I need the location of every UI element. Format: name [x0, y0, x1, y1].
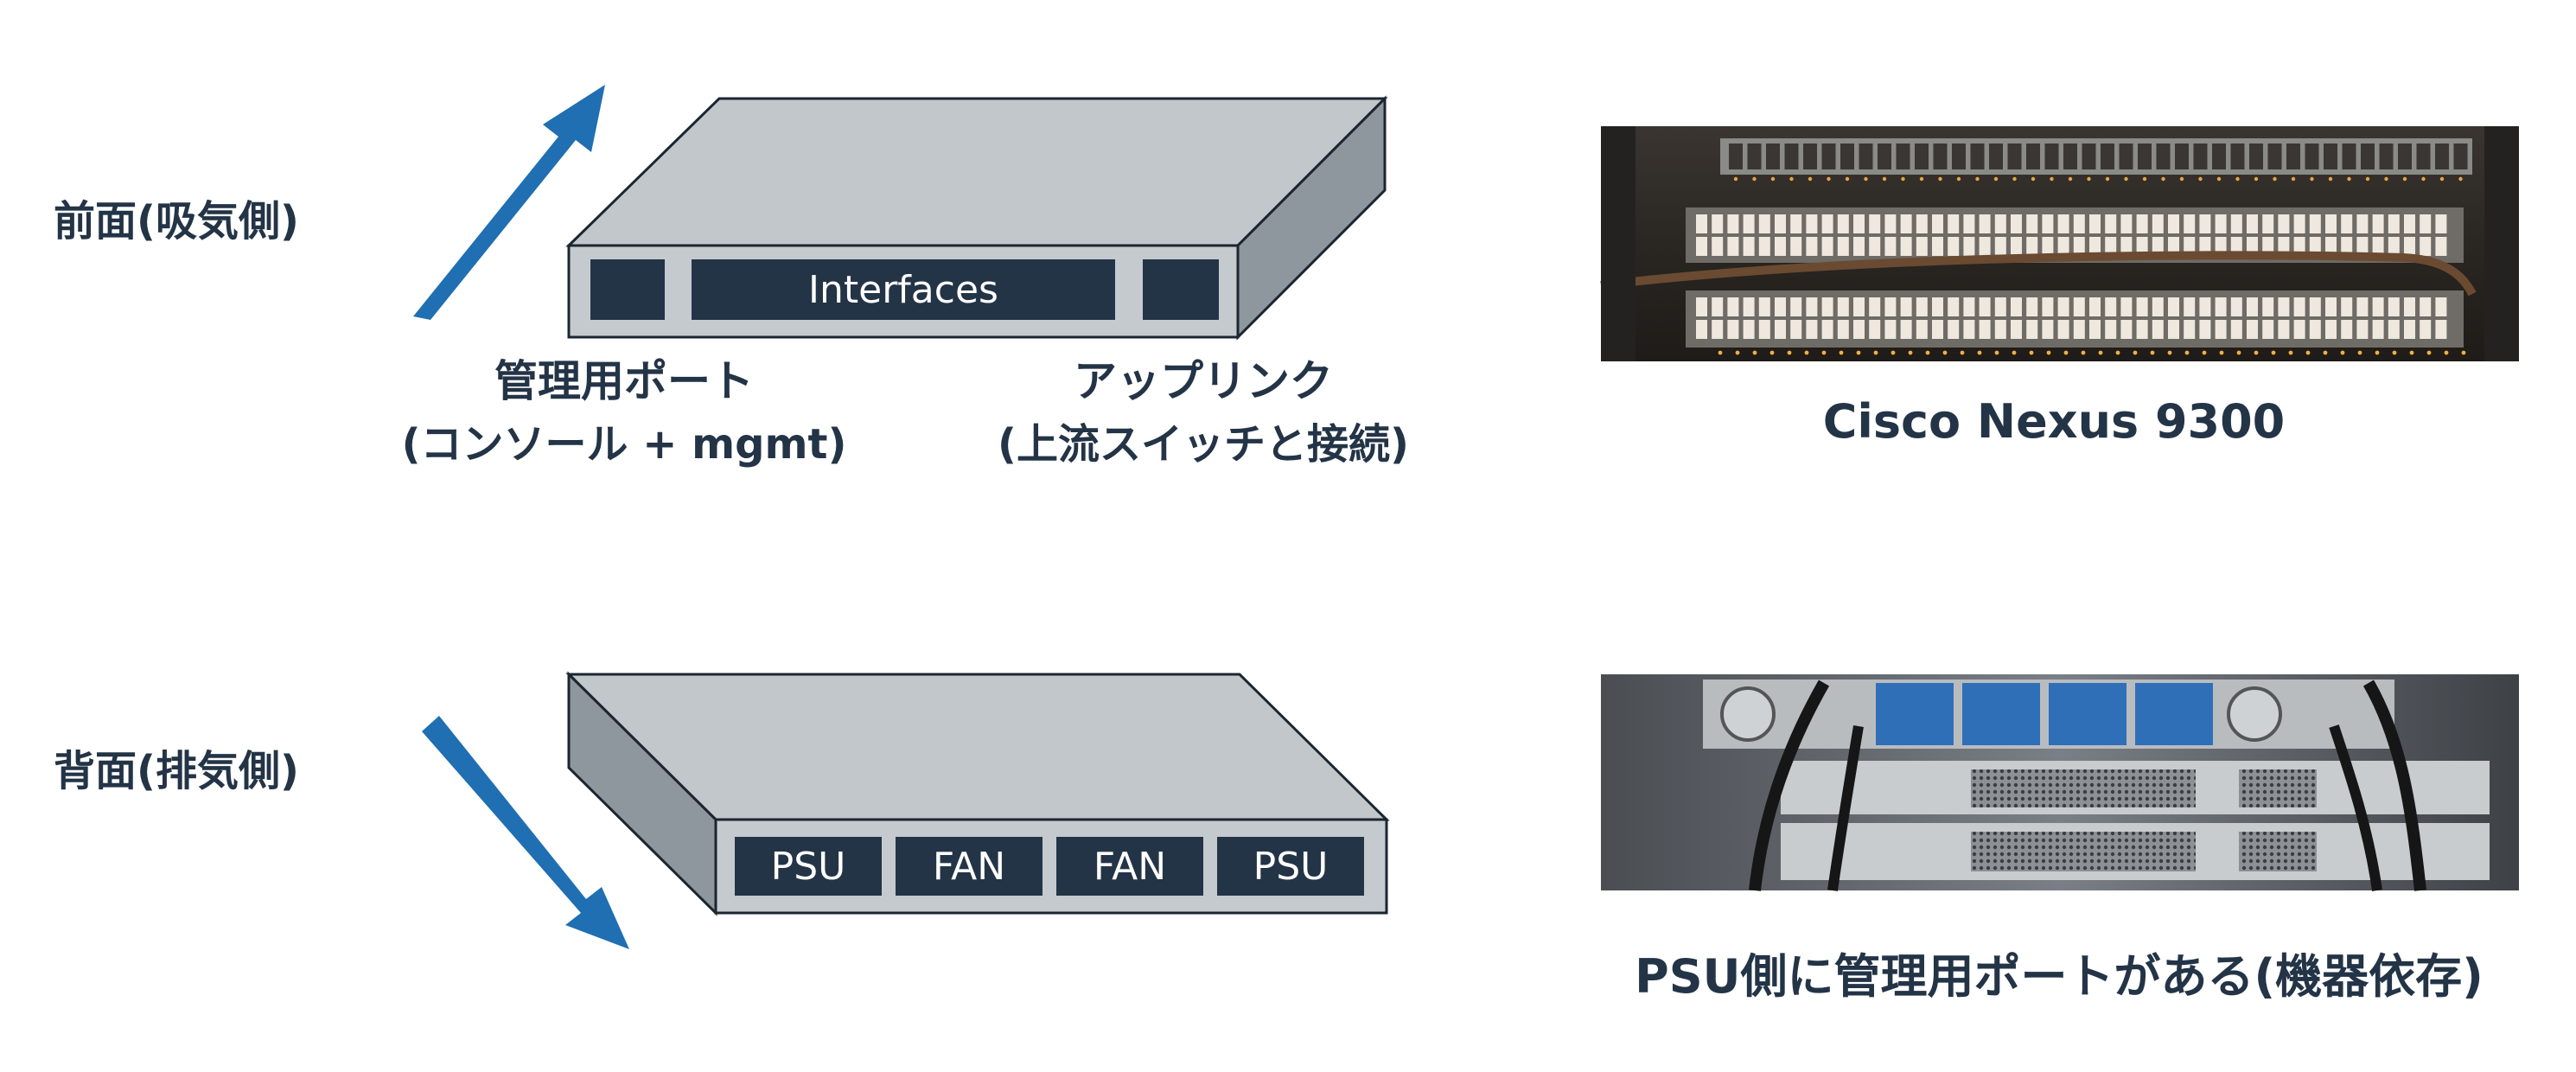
back-switch: PSU FAN FAN PSU	[565, 671, 1390, 916]
back-module-label: FAN	[933, 845, 1005, 889]
back-module-label: PSU	[771, 845, 846, 889]
uplink-label-line2: (上流スイッチと接続)	[998, 420, 1409, 469]
front-side-title: 前面(吸気側)	[54, 197, 299, 246]
mgmt-label-line1: 管理用ポート	[494, 356, 754, 406]
back-side-title: 背面(排気側)	[54, 747, 299, 795]
back-module-4: PSU	[1217, 837, 1364, 896]
back-module-label: PSU	[1253, 845, 1329, 889]
mgmt-label-line2: (コンソール + mgmt)	[402, 420, 847, 469]
uplink-port	[1143, 259, 1219, 320]
front-photo-caption: Cisco Nexus 9300	[1823, 394, 2286, 449]
front-switch: Interfaces	[565, 95, 1388, 341]
back-module-label: FAN	[1094, 845, 1166, 889]
front-switch-photo	[1600, 126, 2519, 361]
back-module-2: FAN	[896, 837, 1043, 896]
back-module-3: FAN	[1056, 837, 1203, 896]
mgmt-port	[590, 259, 665, 320]
uplink-label-line1: アップリンク	[1074, 356, 1333, 406]
diagram-canvas: 前面(吸気側) Interfaces 管理用ポート (コンソール + mgmt)…	[54, 85, 2519, 1004]
back-photo-caption: PSU側に管理用ポートがある(機器依存)	[1635, 949, 2484, 1004]
interfaces-label: Interfaces	[808, 268, 998, 312]
back-switch-photo	[1601, 674, 2519, 891]
back-module-1: PSU	[735, 837, 882, 896]
